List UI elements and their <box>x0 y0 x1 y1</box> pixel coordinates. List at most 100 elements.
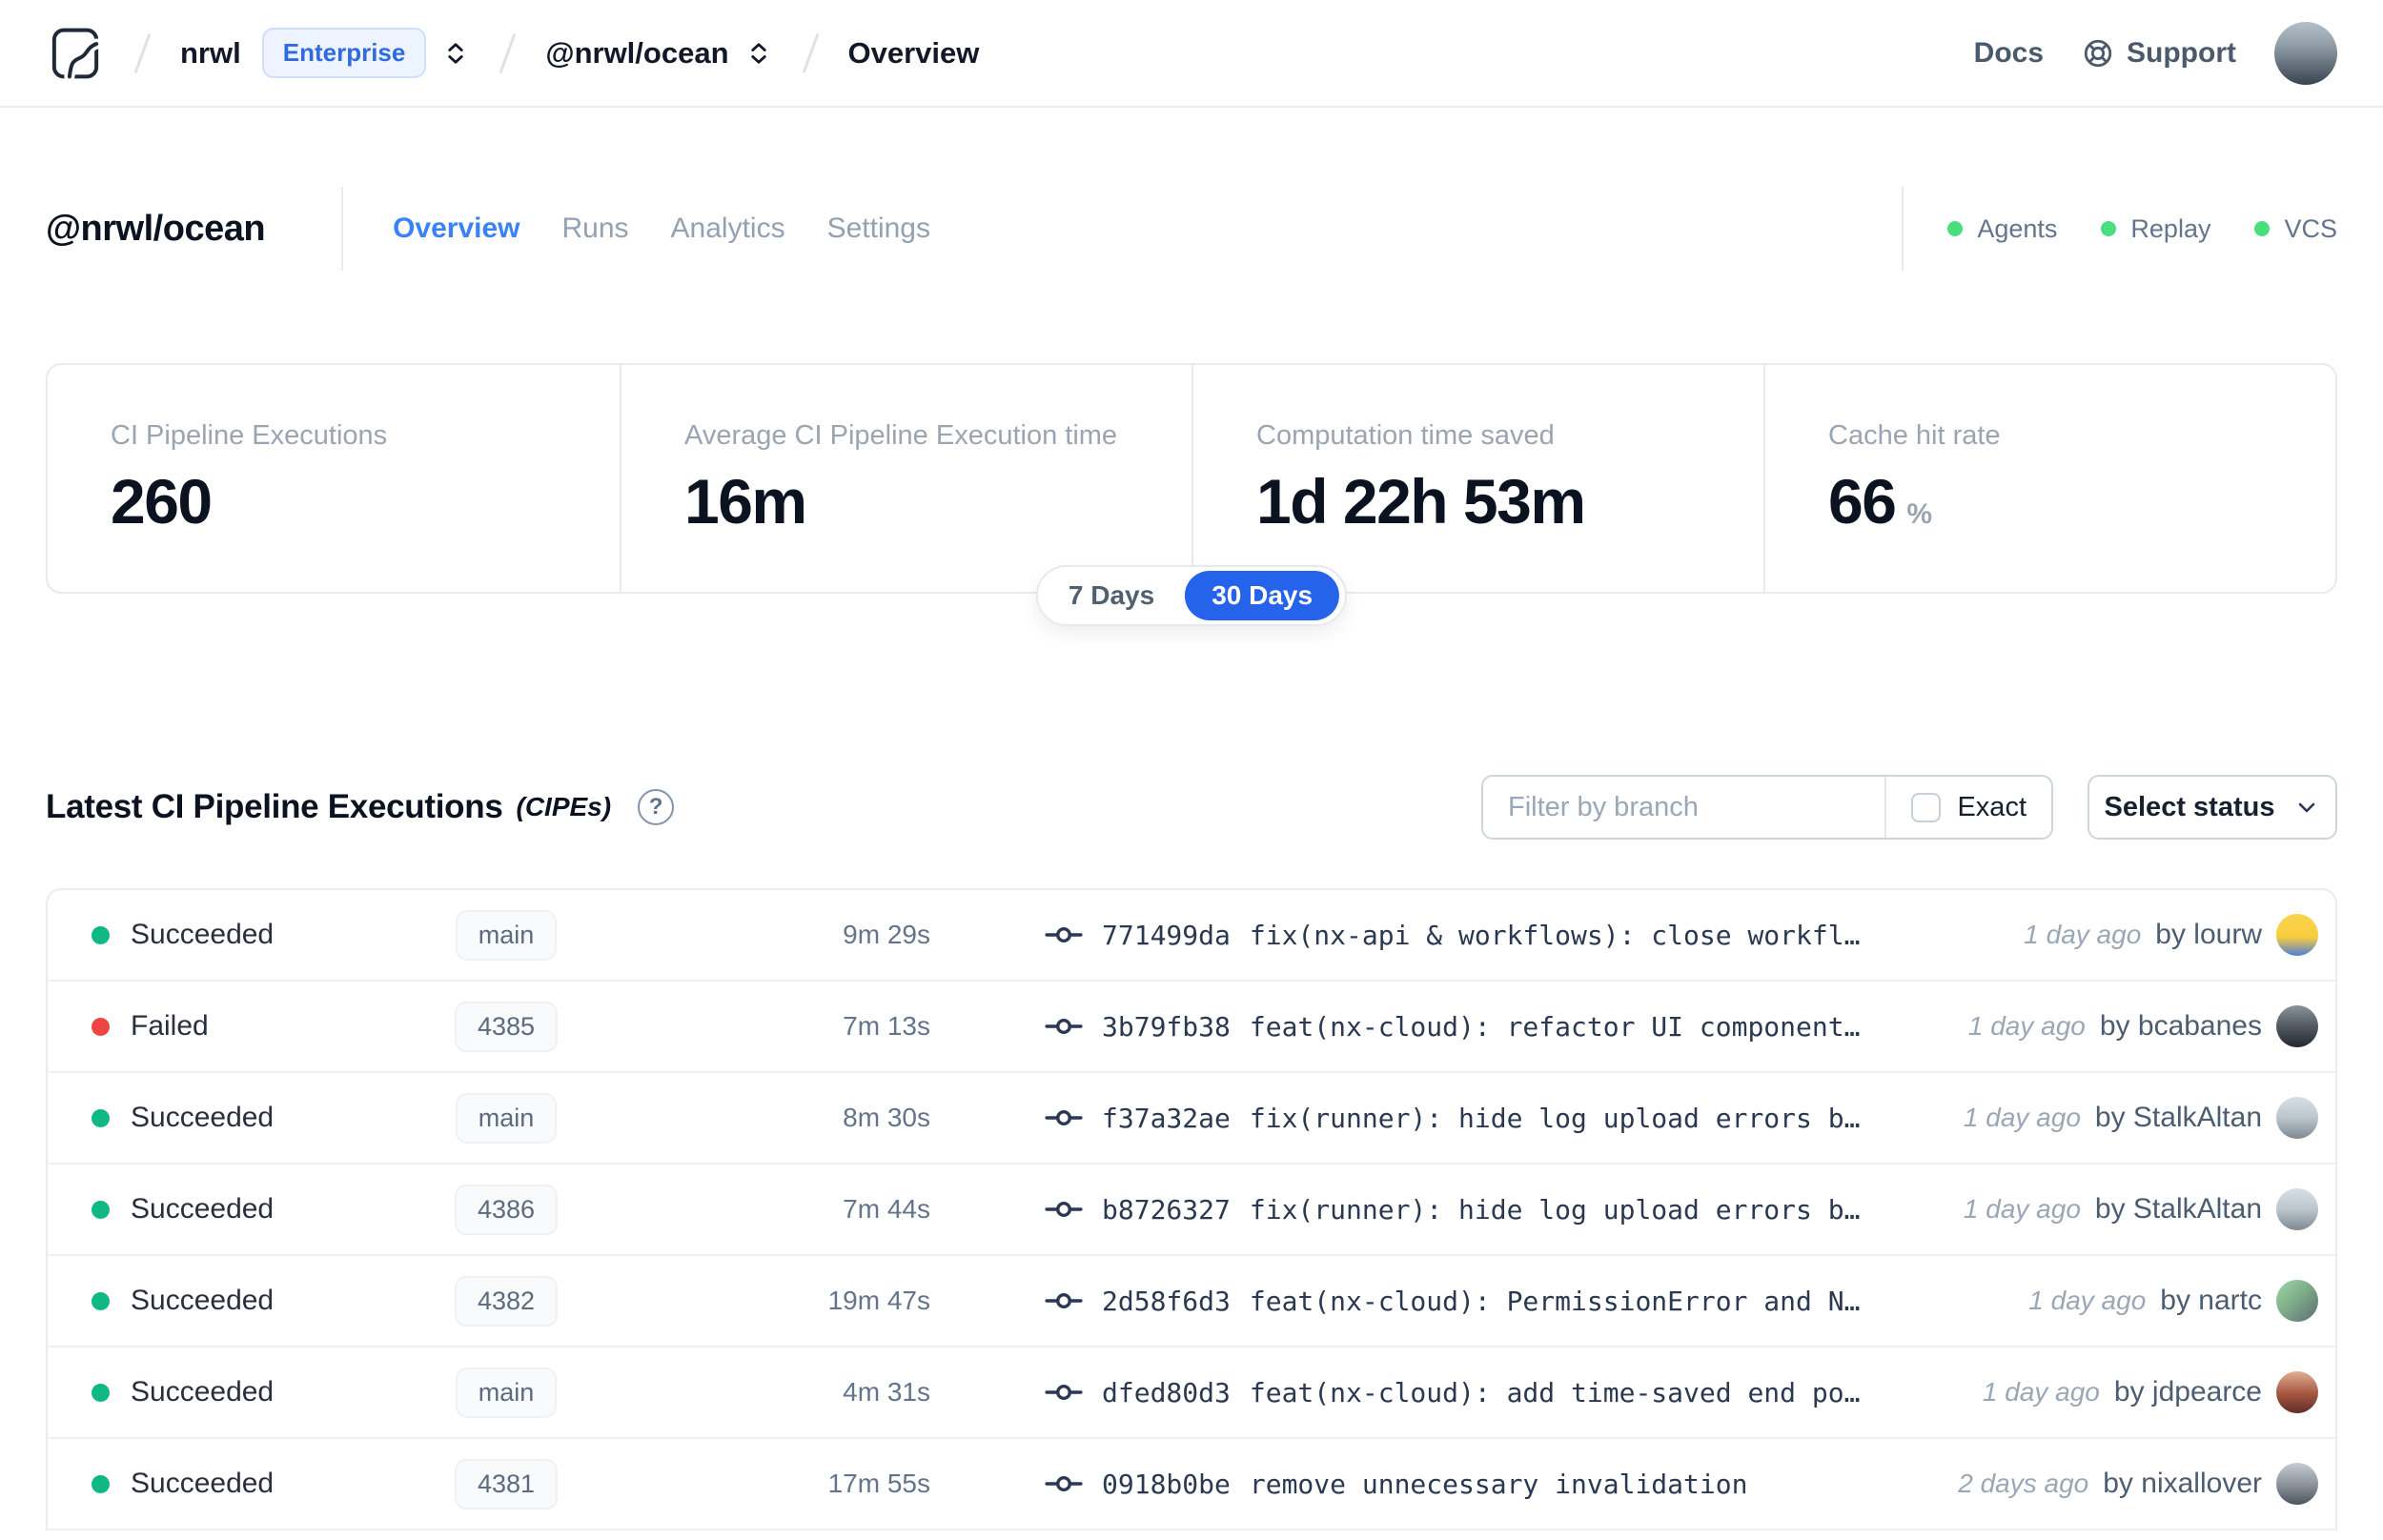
commit-author: by nixallover <box>2103 1468 2262 1499</box>
status-label: Succeeded <box>131 1102 275 1133</box>
branch-filter-input[interactable] <box>1483 791 1885 823</box>
workspace-header: @nrwl/ocean Overview Runs Analytics Sett… <box>0 187 2383 271</box>
breadcrumb-page: Overview <box>847 35 980 70</box>
integration-replay[interactable]: Replay <box>2101 214 2210 244</box>
status-select-dropdown[interactable]: Select status <box>2088 775 2337 840</box>
branch-badge: 4382 <box>454 1275 559 1327</box>
stat-value: 66 <box>1828 466 1897 537</box>
help-icon[interactable] <box>638 789 675 825</box>
nx-cloud-logo-icon[interactable] <box>46 24 105 83</box>
duration: 9m 29s <box>843 920 930 949</box>
enterprise-badge: Enterprise <box>261 28 427 78</box>
exact-label: Exact <box>1957 791 2027 822</box>
status-label: Succeeded <box>131 1468 275 1499</box>
status-dot <box>92 1108 110 1127</box>
commit-icon <box>1045 1190 1083 1228</box>
duration: 4m 31s <box>843 1377 930 1407</box>
status-label: Succeeded <box>131 1376 275 1408</box>
section-title: Latest CI Pipeline Executions <box>46 788 503 825</box>
divider <box>341 187 344 271</box>
branch-badge: 4386 <box>454 1184 559 1235</box>
table-row[interactable]: Succeeded 4381 17m 55s 0918b0be remove u… <box>48 1439 2335 1530</box>
commit-author: by bcabanes <box>2099 1010 2262 1042</box>
status-dot-icon <box>1947 221 1964 236</box>
table-row[interactable]: Succeeded main 4m 31s dfed80d3 feat(nx-c… <box>48 1348 2335 1439</box>
stat-unit: % <box>1906 498 1933 530</box>
commit-message: fix(nx-api & workflows): close workfl… <box>1249 919 1861 951</box>
commit-message: remove unnecessary invalidation <box>1249 1468 1748 1500</box>
commit-message: fix(runner): hide log upload errors b… <box>1249 1102 1861 1134</box>
duration: 7m 44s <box>843 1194 930 1224</box>
integration-vcs[interactable]: VCS <box>2254 214 2337 244</box>
integration-label: Replay <box>2130 213 2211 243</box>
commit-icon <box>1045 1282 1083 1320</box>
workspace-tabs: Overview Runs Analytics Settings <box>393 213 930 245</box>
stat-card-ci-pipeline-executions: CI Pipeline Executions 260 <box>48 365 620 592</box>
commit-message: feat(nx-cloud): PermissionError and N… <box>1249 1285 1861 1317</box>
commit-time: 1 day ago <box>2028 1286 2147 1315</box>
commit-icon <box>1045 916 1083 954</box>
stat-label: CI Pipeline Executions <box>111 420 388 451</box>
range-option-7-days[interactable]: 7 Days <box>1038 571 1185 620</box>
status-dot-icon <box>2254 221 2271 236</box>
exact-checkbox[interactable] <box>1911 792 1942 822</box>
top-nav: nrwl Enterprise @nrwl/ocean Overview Doc… <box>0 0 2383 108</box>
commit-time: 2 days ago <box>1958 1469 2089 1498</box>
status-dot <box>92 1017 110 1036</box>
commit-author: by jdpearce <box>2113 1376 2262 1408</box>
avatar <box>2276 1188 2318 1230</box>
support-link[interactable]: Support <box>2127 37 2236 70</box>
tab-runs[interactable]: Runs <box>561 213 628 245</box>
tab-overview[interactable]: Overview <box>393 213 519 245</box>
commit-author: by lourw <box>2155 919 2262 950</box>
commit-icon <box>1045 1465 1083 1503</box>
branch-filter-group: Exact <box>1481 775 2053 840</box>
branch-badge: 4385 <box>454 1001 559 1052</box>
breadcrumb-workspace[interactable]: @nrwl/ocean <box>545 36 728 71</box>
breadcrumb-separator <box>802 32 819 73</box>
integration-label: VCS <box>2284 213 2337 243</box>
table-row[interactable]: Succeeded 4386 7m 44s b8726327 fix(runne… <box>48 1165 2335 1256</box>
commit-time: 1 day ago <box>1963 1194 2081 1224</box>
tab-analytics[interactable]: Analytics <box>671 213 785 245</box>
avatar <box>2276 1371 2318 1413</box>
commit-hash: 3b79fb38 <box>1102 1010 1231 1043</box>
commit-hash: dfed80d3 <box>1102 1376 1231 1408</box>
stat-label: Cache hit rate <box>1828 420 2001 451</box>
cipes-controls: Exact Select status <box>1481 775 2337 840</box>
table-row[interactable]: Succeeded main 9m 29s 771499da fix(nx-ap… <box>48 890 2335 982</box>
stat-value: 1d 22h 53m <box>1256 466 1586 537</box>
status-dot-icon <box>2101 221 2117 236</box>
duration: 19m 47s <box>827 1286 930 1315</box>
status-dot <box>92 1291 110 1310</box>
status-dot <box>92 1383 110 1402</box>
user-avatar[interactable] <box>2274 21 2337 85</box>
workspace-switcher-caret-icon[interactable] <box>744 39 773 68</box>
stat-card-computation-time-saved: Computation time saved 1d 22h 53m <box>1192 365 1763 592</box>
range-option-30-days[interactable]: 30 Days <box>1185 571 1340 620</box>
commit-message: fix(runner): hide log upload errors b… <box>1249 1193 1861 1226</box>
breadcrumb-org[interactable]: nrwl <box>180 36 241 71</box>
tab-settings[interactable]: Settings <box>827 213 930 245</box>
table-row[interactable]: Failed 4385 7m 13s 3b79fb38 feat(nx-clou… <box>48 982 2335 1073</box>
stat-label: Average CI Pipeline Execution time <box>684 420 1118 451</box>
stat-card-cache-hit-rate: Cache hit rate 66 % <box>1763 365 2335 592</box>
status-label: Succeeded <box>131 919 275 950</box>
table-row[interactable]: Succeeded main 8m 30s f37a32ae fix(runne… <box>48 1073 2335 1165</box>
avatar <box>2276 1463 2318 1505</box>
avatar <box>2276 1097 2318 1139</box>
page-title: @nrwl/ocean <box>46 208 266 249</box>
table-row[interactable]: Succeeded 4382 19m 47s 2d58f6d3 feat(nx-… <box>48 1256 2335 1348</box>
commit-icon <box>1045 1373 1083 1411</box>
commit-hash: 0918b0be <box>1102 1468 1231 1500</box>
commit-time: 1 day ago <box>1963 1103 2081 1132</box>
status-dot <box>92 925 110 944</box>
org-switcher-caret-icon[interactable] <box>441 39 470 68</box>
stat-value: 260 <box>111 466 213 537</box>
docs-link[interactable]: Docs <box>1974 37 2044 70</box>
status-select-label: Select status <box>2104 791 2275 822</box>
status-label: Succeeded <box>131 1193 275 1225</box>
duration: 7m 13s <box>843 1011 930 1041</box>
integration-agents[interactable]: Agents <box>1947 214 2057 244</box>
chevron-down-icon <box>2299 802 2315 813</box>
